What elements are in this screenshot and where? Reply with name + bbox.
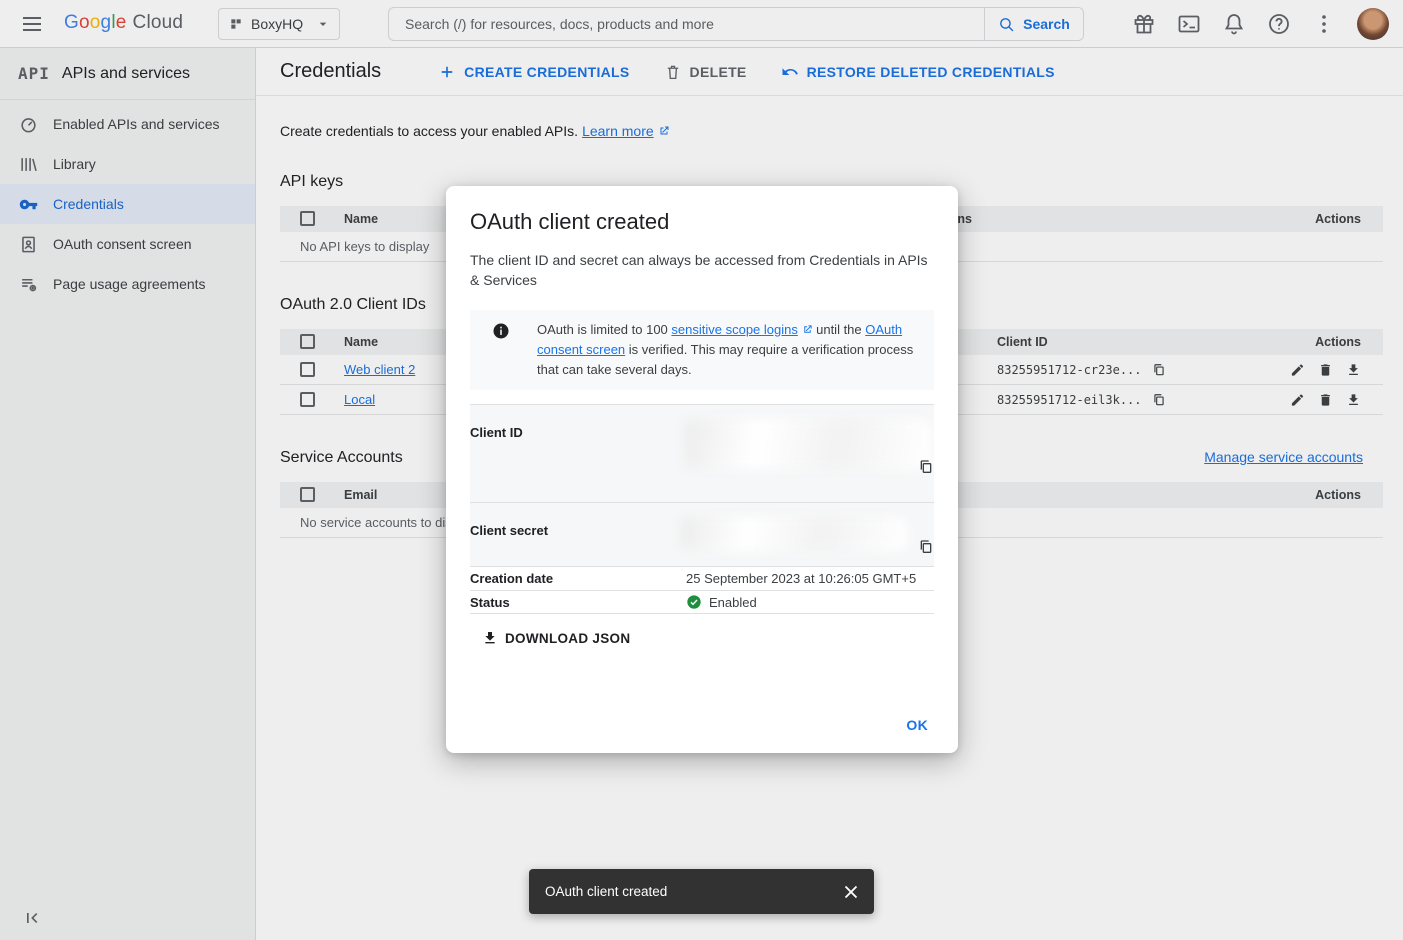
client-secret-row: Client secret bbox=[470, 502, 934, 566]
redacted-client-secret-value bbox=[680, 517, 908, 551]
copy-client-id-icon[interactable] bbox=[918, 459, 934, 475]
oauth-client-created-dialog: OAuth client created The client ID and s… bbox=[446, 186, 958, 753]
client-id-row: Client ID bbox=[470, 404, 934, 502]
status-enabled-check-icon bbox=[686, 594, 702, 610]
dialog-description: The client ID and secret can always be a… bbox=[470, 250, 934, 290]
info-text: OAuth is limited to 100 sensitive scope … bbox=[537, 320, 918, 380]
copy-client-secret-icon[interactable] bbox=[918, 539, 934, 555]
creation-date-row: Creation date 25 September 2023 at 10:26… bbox=[470, 566, 934, 590]
creation-date-value: 25 September 2023 at 10:26:05 GMT+5 bbox=[686, 571, 916, 586]
client-secret-label: Client secret bbox=[470, 523, 686, 566]
download-json-label: DOWNLOAD JSON bbox=[505, 631, 630, 646]
dialog-title: OAuth client created bbox=[470, 208, 934, 236]
info-mid: until the bbox=[813, 322, 866, 337]
dialog-info-box: OAuth is limited to 100 sensitive scope … bbox=[470, 310, 934, 390]
external-link-icon bbox=[802, 324, 813, 335]
download-json-button[interactable]: DOWNLOAD JSON bbox=[470, 626, 638, 650]
status-row: Status Enabled bbox=[470, 590, 934, 614]
snackbar-message: OAuth client created bbox=[545, 884, 667, 899]
close-icon[interactable] bbox=[840, 881, 862, 903]
info-icon bbox=[492, 322, 510, 340]
client-id-label: Client ID bbox=[470, 425, 686, 502]
dialog-detail-rows: Client ID Client secret Creation date 25… bbox=[470, 404, 934, 614]
ok-button[interactable]: OK bbox=[896, 709, 938, 741]
status-label: Status bbox=[470, 595, 686, 610]
sensitive-scope-logins-link[interactable]: sensitive scope logins bbox=[671, 322, 797, 337]
redacted-client-id-value bbox=[684, 419, 932, 469]
creation-date-label: Creation date bbox=[470, 571, 686, 586]
download-icon bbox=[482, 630, 498, 646]
snackbar: OAuth client created bbox=[529, 869, 874, 914]
info-pre: OAuth is limited to 100 bbox=[537, 322, 671, 337]
status-value: Enabled bbox=[709, 595, 757, 610]
